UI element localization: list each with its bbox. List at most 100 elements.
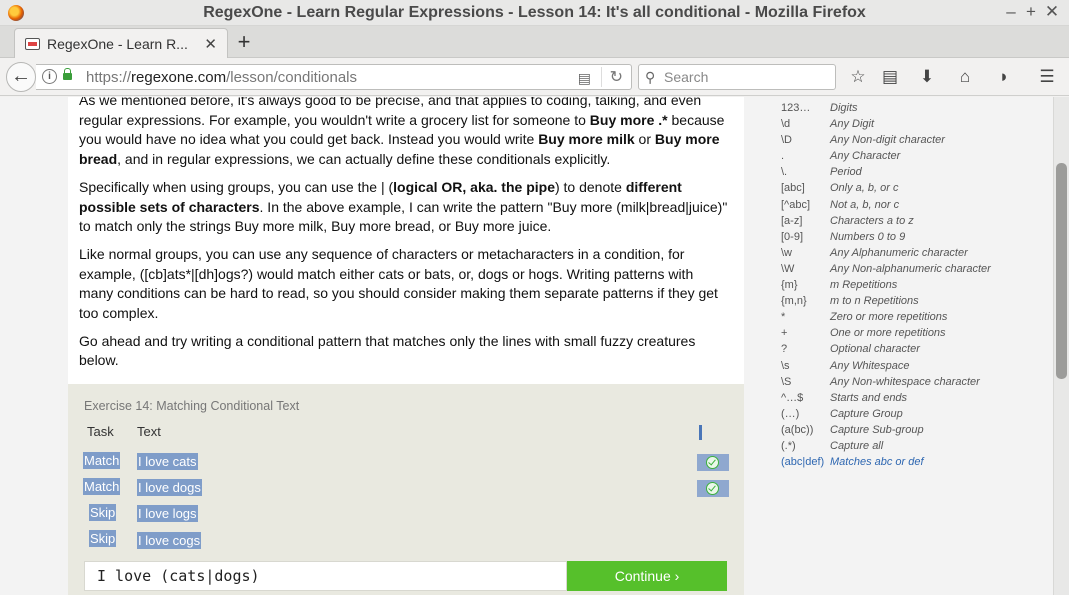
reference-row: \d Any Digit — [781, 116, 1051, 132]
reference-description: Any Non-whitespace character — [830, 375, 980, 388]
menu-icon[interactable]: ☰ — [1036, 66, 1058, 88]
regexone-favicon-icon — [25, 38, 40, 50]
minimize-button[interactable]: – — [1001, 2, 1021, 22]
exercise-text: I love dogs — [137, 479, 202, 496]
window-titlebar: RegexOne - Learn Regular Expressions - L… — [0, 0, 1069, 26]
reference-row: ? Optional character — [781, 341, 1051, 357]
home-icon[interactable]: ⌂ — [954, 66, 976, 88]
window-title: RegexOne - Learn Regular Expressions - L… — [203, 4, 866, 21]
reference-row: + One or more repetitions — [781, 325, 1051, 341]
reference-symbol: \D — [781, 134, 792, 147]
search-input[interactable]: ⚲ Search — [638, 64, 836, 90]
regex-input[interactable]: I love (cats|dogs) — [84, 561, 567, 591]
reference-symbol: (a(bc)) — [781, 423, 814, 436]
reference-description: Numbers 0 to 9 — [830, 230, 906, 243]
scrollbar-thumb[interactable] — [1056, 163, 1067, 379]
reference-symbol: [0-9] — [781, 230, 804, 243]
reference-row: [a-z] Characters a to z — [781, 213, 1051, 229]
reference-symbol: (.*) — [781, 439, 796, 452]
reference-row: (…) Capture Group — [781, 406, 1051, 422]
reference-symbol: + — [781, 327, 788, 340]
url-text[interactable]: https://regexone.com/lesson/conditionals — [86, 69, 357, 86]
search-placeholder: Search — [664, 69, 709, 85]
search-icon: ⚲ — [645, 69, 656, 85]
reference-row: {m} m Repetitions — [781, 277, 1051, 293]
reference-symbol: \w — [781, 246, 792, 259]
reference-description: Optional character — [830, 343, 920, 356]
reference-description: m Repetitions — [830, 279, 898, 292]
reference-row: \. Period — [781, 164, 1051, 180]
reference-description: Any Digit — [830, 118, 875, 131]
reference-symbol: \. — [781, 166, 788, 179]
download-icon[interactable]: ⬇ — [916, 66, 938, 88]
reference-row: . Any Character — [781, 148, 1051, 164]
close-window-button[interactable]: ✕ — [1042, 2, 1062, 22]
reload-icon[interactable]: ↻ — [600, 67, 623, 87]
back-button[interactable]: ← — [6, 62, 36, 92]
task-label: Skip — [89, 504, 117, 521]
task-label: Match — [83, 452, 121, 469]
reference-row: \W Any Non-alphanumeric character — [781, 261, 1051, 277]
reference-description: Matches abc or def — [830, 456, 924, 469]
maximize-button[interactable]: + — [1021, 2, 1041, 22]
reference-description: Capture Group — [830, 407, 903, 420]
reference-symbol: (…) — [781, 407, 800, 420]
reference-symbol: \s — [781, 359, 790, 372]
reference-row: (.*) Capture all — [781, 438, 1051, 454]
reference-description: Digits — [830, 102, 858, 114]
pocket-icon[interactable]: ◗ — [993, 66, 1015, 88]
reference-description: Zero or more repetitions — [830, 311, 948, 324]
site-info-icon[interactable]: i — [42, 69, 57, 84]
reference-row: (abc|def) Matches abc or def — [781, 454, 1051, 470]
reference-description: Not a, b, nor c — [830, 198, 900, 211]
reference-symbol: [abc] — [781, 182, 805, 195]
lesson-column: As we mentioned before, it's always good… — [68, 97, 744, 595]
reference-symbol: [a-z] — [781, 214, 803, 227]
continue-button[interactable]: Continue › — [567, 561, 727, 591]
navigation-bar: i https://regexone.com/lesson/conditiona… — [0, 58, 1069, 96]
url-bar[interactable]: i https://regexone.com/lesson/conditiona… — [36, 64, 632, 90]
reference-row: \S Any Non-whitespace character — [781, 374, 1051, 390]
reference-row: [abc] Only a, b, or c — [781, 180, 1051, 196]
reference-description: Only a, b, or c — [830, 182, 899, 195]
reference-description: m to n Repetitions — [830, 295, 919, 308]
reference-row: ^…$ Starts and ends — [781, 390, 1051, 406]
reference-description: Any Non-alphanumeric character — [830, 262, 991, 275]
exercise-panel: Exercise 14: Matching Conditional Text T… — [68, 384, 744, 595]
bookmark-star-icon[interactable]: ☆ — [847, 66, 869, 88]
task-label: Match — [83, 478, 121, 495]
tab-close-icon[interactable]: ✕ — [204, 35, 217, 53]
regex-reference-list: 123… Digits \d Any Digit \D Any Non-digit cha… — [781, 100, 1051, 470]
reference-description: Any Non-digit character — [830, 134, 945, 147]
passed-check-icon — [697, 454, 729, 471]
library-icon[interactable]: ▤ — [879, 66, 901, 88]
page-content: As we mentioned before, it's always good… — [0, 97, 1053, 595]
page-scrollbar[interactable] — [1053, 97, 1069, 595]
passed-check-icon — [697, 480, 729, 497]
reference-description: One or more repetitions — [830, 327, 946, 340]
lesson-paragraph: Go ahead and try writing a conditional p… — [79, 332, 696, 369]
reference-symbol: ? — [781, 343, 788, 356]
reference-symbol: * — [781, 311, 786, 324]
reference-description: Starts and ends — [830, 391, 908, 404]
reference-row: \s Any Whitespace — [781, 358, 1051, 374]
reader-view-icon[interactable]: ▤ — [578, 70, 591, 87]
reference-symbol: . — [781, 150, 785, 163]
reference-row: (a(bc)) Capture Sub-group — [781, 422, 1051, 438]
reference-symbol: 123… — [781, 102, 811, 114]
reference-description: Any Alphanumeric character — [830, 246, 968, 259]
reference-symbol: \S — [781, 375, 792, 388]
exercise-text: I love cats — [137, 453, 198, 470]
lesson-paragraph: As we mentioned before, it's always good… — [79, 97, 725, 168]
tab-bar: RegexOne - Learn R... ✕ + — [0, 26, 1069, 59]
reference-description: Any Whitespace — [830, 359, 910, 372]
task-column-header: Task — [87, 424, 114, 439]
reference-row: [0-9] Numbers 0 to 9 — [781, 229, 1051, 245]
reference-description: Capture all — [830, 439, 884, 452]
new-tab-button[interactable]: + — [234, 29, 254, 55]
reference-description: Capture Sub-group — [830, 423, 924, 436]
reference-row: * Zero or more repetitions — [781, 309, 1051, 325]
reference-row: 123… Digits — [781, 100, 1051, 116]
tab-regexone[interactable]: RegexOne - Learn R... ✕ — [14, 28, 228, 59]
exercise-title: Exercise 14: Matching Conditional Text — [84, 399, 300, 413]
